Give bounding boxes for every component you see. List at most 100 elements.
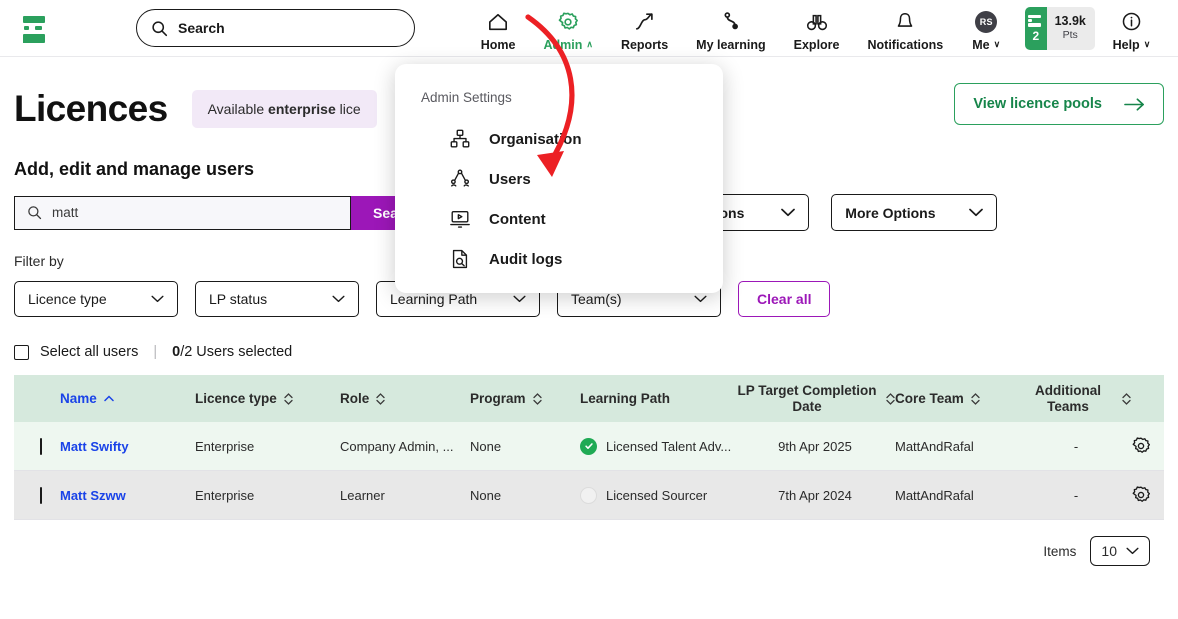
- admin-menu-item-audit-logs[interactable]: Audit logs: [421, 239, 723, 279]
- row-additional-teams: -: [1073, 438, 1079, 454]
- header-licence-type[interactable]: Licence type: [195, 391, 340, 406]
- row-name-cell: Matt Swifty: [60, 439, 195, 454]
- header-program-label: Program: [470, 391, 526, 406]
- path-icon: [720, 9, 742, 35]
- chevron-down-icon: ∨: [1143, 39, 1151, 49]
- filter-licence-type[interactable]: Licence type: [14, 281, 178, 317]
- table-row[interactable]: Matt Swifty Enterprise Company Admin, ..…: [14, 422, 1164, 471]
- search-icon: [27, 205, 42, 220]
- header-additional-teams-label: Additional Teams: [1035, 382, 1101, 414]
- nav-label-my-learning: My learning: [696, 37, 766, 52]
- sort-asc-icon: [104, 395, 114, 402]
- search-icon: [151, 20, 168, 37]
- user-name-link[interactable]: Matt Swifty: [60, 439, 129, 454]
- gear-icon[interactable]: [1131, 485, 1151, 505]
- view-licence-pools-button[interactable]: View licence pools: [954, 83, 1164, 125]
- items-per-page-value: 10: [1101, 543, 1117, 559]
- users-icon: [449, 168, 471, 190]
- row-lp-target-date: 9th Apr 2025: [778, 438, 852, 454]
- row-select-checkbox[interactable]: [40, 437, 42, 455]
- user-search-input[interactable]: matt: [14, 195, 351, 230]
- filter-lp-status[interactable]: LP status: [195, 281, 359, 317]
- video-screen-icon: [449, 208, 471, 230]
- nav-item-admin[interactable]: Admin ∧: [529, 5, 606, 52]
- global-search-placeholder: Search: [178, 20, 225, 36]
- points-level: 2: [1025, 6, 1047, 50]
- chevron-down-icon: [513, 295, 526, 303]
- header-licence-type-label: Licence type: [195, 391, 277, 406]
- header-role[interactable]: Role: [340, 391, 470, 406]
- nav-label-explore: Explore: [793, 37, 840, 52]
- nav-item-my-learning[interactable]: My learning: [682, 5, 779, 52]
- points-unit: Pts: [1062, 29, 1078, 42]
- row-program: None: [470, 487, 502, 503]
- clear-all-button[interactable]: Clear all: [738, 281, 831, 317]
- row-core-team: MattAndRafal: [895, 438, 974, 454]
- more-options-dropdown[interactable]: More Options: [831, 194, 998, 231]
- items-per-page-dropdown[interactable]: 10: [1090, 536, 1150, 566]
- binoculars-icon: [805, 9, 829, 35]
- lp-status-complete-icon: [580, 437, 597, 455]
- header-name[interactable]: Name: [60, 391, 195, 406]
- row-select-checkbox[interactable]: [40, 486, 42, 504]
- sort-icon: [532, 392, 542, 405]
- points-badge[interactable]: 2 13.9k Pts: [1025, 6, 1095, 50]
- sort-icon: [376, 392, 385, 405]
- nav-label-home: Home: [480, 37, 516, 52]
- divider: |: [153, 344, 158, 360]
- nav-item-home[interactable]: Home: [467, 5, 530, 52]
- view-licence-pools-label: View licence pools: [973, 96, 1102, 112]
- chevron-down-icon: ∨: [993, 39, 1001, 49]
- avatar: RS: [975, 9, 998, 35]
- table-row[interactable]: Matt Szww Enterprise Learner None Licens…: [14, 471, 1164, 520]
- points-level-value: 2: [1032, 28, 1040, 43]
- header-core-team-label: Core Team: [895, 391, 964, 406]
- points-logo-icon: [1028, 14, 1043, 29]
- row-name-cell: Matt Szww: [60, 488, 195, 503]
- items-label: Items: [1043, 543, 1077, 559]
- header-core-team[interactable]: Core Team: [895, 391, 1021, 406]
- badge-strong: enterprise: [268, 101, 336, 117]
- available-licences-badge: Available enterprise lice: [191, 90, 377, 128]
- nav-label-reports: Reports: [620, 37, 669, 52]
- app-logo[interactable]: [14, 8, 54, 48]
- global-search-input[interactable]: Search: [136, 9, 415, 47]
- header-additional-teams[interactable]: Additional Teams: [1021, 383, 1131, 414]
- admin-menu-item-content[interactable]: Content: [421, 199, 723, 239]
- select-all-label: Select all users: [40, 344, 139, 360]
- gear-icon: [557, 9, 579, 35]
- nav-item-me[interactable]: RS Me ∨: [957, 5, 1015, 52]
- chevron-down-icon: [332, 295, 345, 303]
- admin-menu-item-organisation[interactable]: Organisation: [421, 119, 723, 159]
- selected-count: 0/2 Users selected: [172, 344, 292, 360]
- sort-icon: [284, 392, 293, 405]
- app-header: Search Home Admin ∧ Reports My learning …: [0, 0, 1178, 57]
- row-program: None: [470, 438, 502, 454]
- admin-menu-item-users[interactable]: Users: [421, 159, 723, 199]
- admin-menu-title: Admin Settings: [421, 90, 512, 105]
- header-lp-target-date[interactable]: LP Target Completion Date: [735, 383, 895, 414]
- row-licence-type: Enterprise: [195, 487, 255, 503]
- org-chart-icon: [449, 128, 471, 150]
- badge-prefix: Available: [207, 101, 269, 117]
- nav-item-help[interactable]: Help ∨: [1101, 5, 1162, 52]
- header-program[interactable]: Program: [470, 391, 580, 406]
- nav-label-me: Me ∨: [972, 37, 1001, 52]
- nav-item-notifications[interactable]: Notifications: [854, 5, 958, 52]
- filter-learning-path-label: Learning Path: [390, 291, 478, 307]
- select-all-checkbox[interactable]: [14, 344, 29, 360]
- info-icon: [1121, 9, 1142, 35]
- nav-label-help: Help ∨: [1112, 37, 1151, 52]
- row-lp-target-date: 7th Apr 2024: [778, 487, 852, 503]
- home-icon: [487, 9, 509, 35]
- row-licence-type: Enterprise: [195, 438, 255, 454]
- row-learning-path: Licensed Talent Adv...: [606, 438, 732, 454]
- nav-item-explore[interactable]: Explore: [780, 5, 854, 52]
- gear-icon[interactable]: [1131, 436, 1151, 456]
- chevron-down-icon: [1126, 547, 1139, 555]
- nav-item-reports[interactable]: Reports: [607, 5, 682, 52]
- user-name-link[interactable]: Matt Szww: [60, 488, 126, 503]
- row-core-team: MattAndRafal: [895, 487, 974, 503]
- sort-icon: [1122, 392, 1131, 405]
- row-learning-path-cell: Licensed Sourcer: [580, 486, 735, 504]
